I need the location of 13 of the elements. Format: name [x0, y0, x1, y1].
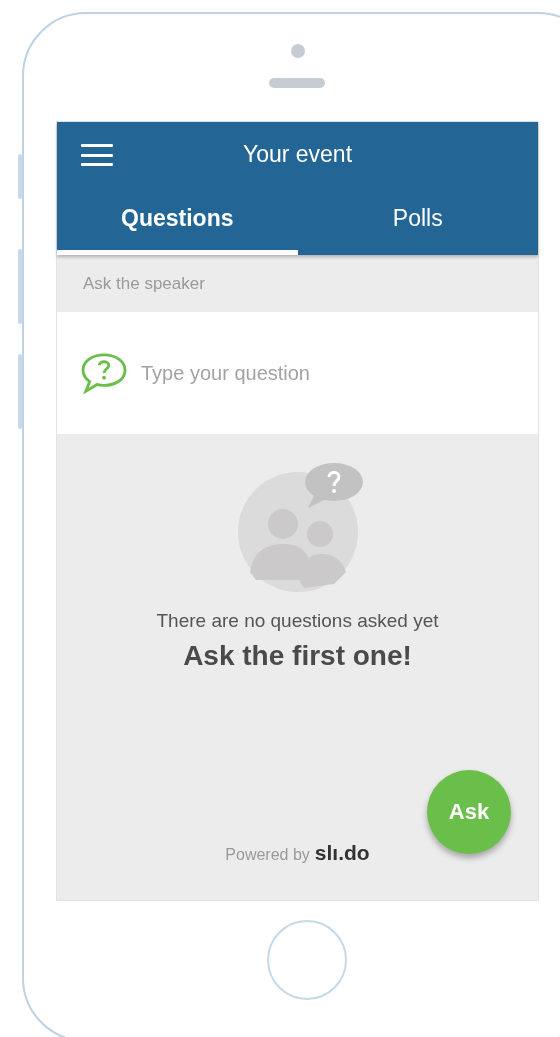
speaker-icon [269, 78, 325, 88]
section-label: Ask the speaker [83, 273, 205, 294]
tab[interactable]: Polls [297, 187, 538, 255]
empty-message: There are no questions asked yet [156, 610, 439, 632]
tab[interactable]: Questions [57, 187, 298, 255]
menu-icon[interactable] [81, 144, 113, 166]
powered-by-text: Powered by [225, 846, 310, 864]
empty-heading: Ask the first one! [183, 640, 412, 672]
logo: slı.do [314, 841, 370, 865]
camera-icon [291, 44, 305, 58]
question-input[interactable]: Type your question [139, 360, 443, 386]
app-title: Your event [242, 141, 353, 168]
question-bubble-icon [79, 352, 129, 394]
